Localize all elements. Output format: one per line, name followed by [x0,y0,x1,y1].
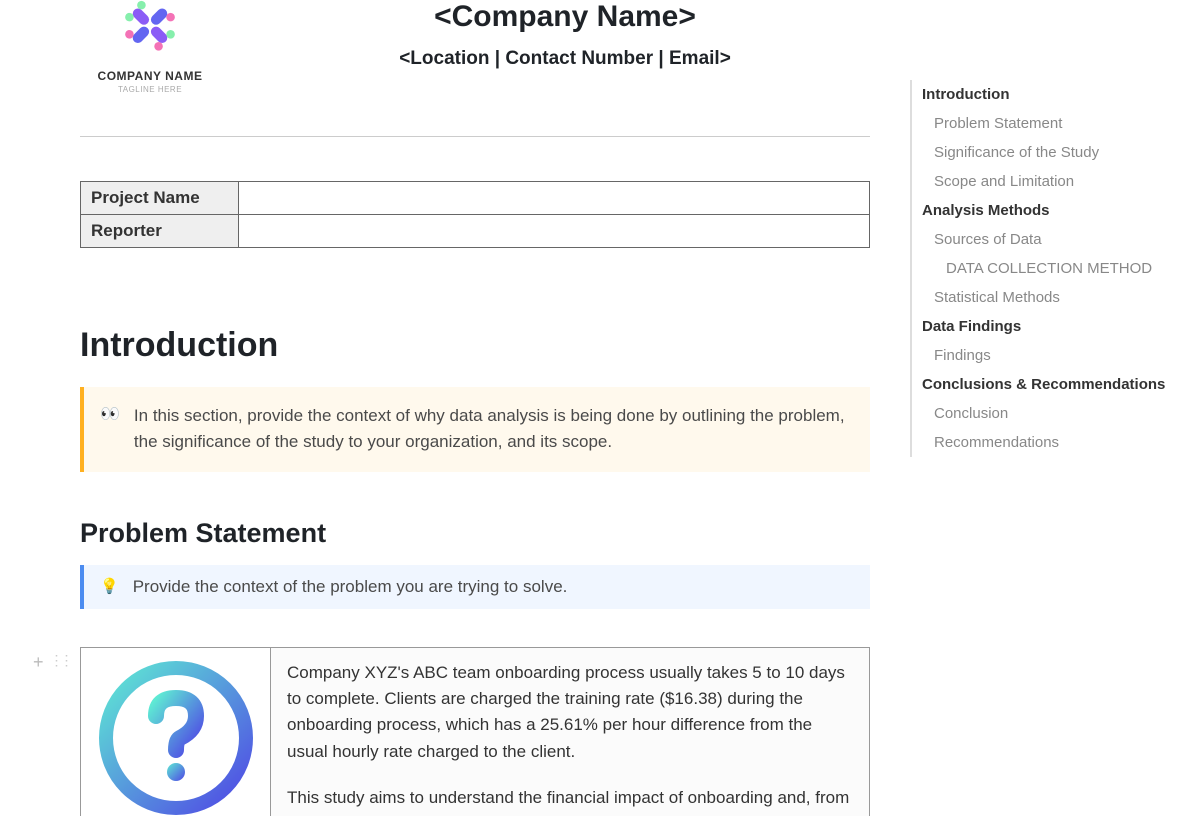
outline-item[interactable]: Findings [910,341,1170,370]
project-name-label: Project Name [81,182,239,215]
problem-statement-heading[interactable]: Problem Statement [80,518,870,549]
reporter-value[interactable] [239,215,870,248]
outline-item[interactable]: Recommendations [910,428,1170,457]
divider [80,136,870,137]
outline-section-conclusions[interactable]: Conclusions & Recommendations [910,370,1170,399]
reporter-label: Reporter [81,215,239,248]
outline-item[interactable]: Conclusion [910,399,1170,428]
outline-item[interactable]: Significance of the Study [910,138,1170,167]
document-header: COMPANY NAME TAGLINE HERE <Company Name>… [80,0,870,94]
outline-section-introduction[interactable]: Introduction [910,80,1170,109]
block-controls: + ⋮⋮ [33,652,70,673]
table-row: Project Name [81,182,870,215]
document-title[interactable]: <Company Name> [260,0,870,34]
problem-statement-body[interactable]: Company XYZ's ABC team onboarding proces… [271,648,869,816]
body-paragraph: Company XYZ's ABC team onboarding proces… [287,660,853,765]
table-row: Reporter [81,215,870,248]
eyes-icon: 👀 [100,403,120,456]
outline-item[interactable]: DATA COLLECTION METHOD [910,254,1170,283]
company-logo-block: COMPANY NAME TAGLINE HERE [80,0,220,94]
document-subtitle[interactable]: <Location | Contact Number | Email> [260,48,870,70]
bulb-icon: 💡 [100,577,119,597]
document-main: COMPANY NAME TAGLINE HERE <Company Name>… [0,0,900,816]
project-info-table: Project Name Reporter [80,181,870,248]
problem-statement-content[interactable]: + ⋮⋮ Company XYZ's ABC team [80,647,870,816]
logo-tagline: TAGLINE HERE [80,85,220,94]
problem-statement-tip-text: Provide the context of the problem you a… [133,577,568,597]
question-image-cell [81,648,271,816]
document-outline: Introduction Problem Statement Significa… [900,0,1190,816]
add-block-button[interactable]: + [33,652,44,673]
outline-item[interactable]: Scope and Limitation [910,167,1170,196]
drag-handle-icon[interactable]: ⋮⋮ [50,652,70,673]
outline-item[interactable]: Statistical Methods [910,283,1170,312]
outline-section-analysis-methods[interactable]: Analysis Methods [910,196,1170,225]
introduction-callout-text: In this section, provide the context of … [134,403,852,456]
introduction-heading[interactable]: Introduction [80,326,870,365]
logo-company-name: COMPANY NAME [80,69,220,83]
outline-item[interactable]: Problem Statement [910,109,1170,138]
body-paragraph: This study aims to understand the financ… [287,785,853,816]
outline-item[interactable]: Sources of Data [910,225,1170,254]
problem-statement-tip[interactable]: 💡 Provide the context of the problem you… [80,565,870,609]
project-name-value[interactable] [239,182,870,215]
company-logo-icon [105,0,195,60]
question-mark-icon [96,658,256,816]
introduction-callout[interactable]: 👀 In this section, provide the context o… [80,387,870,472]
outline-section-data-findings[interactable]: Data Findings [910,312,1170,341]
title-block: <Company Name> <Location | Contact Numbe… [260,0,870,70]
